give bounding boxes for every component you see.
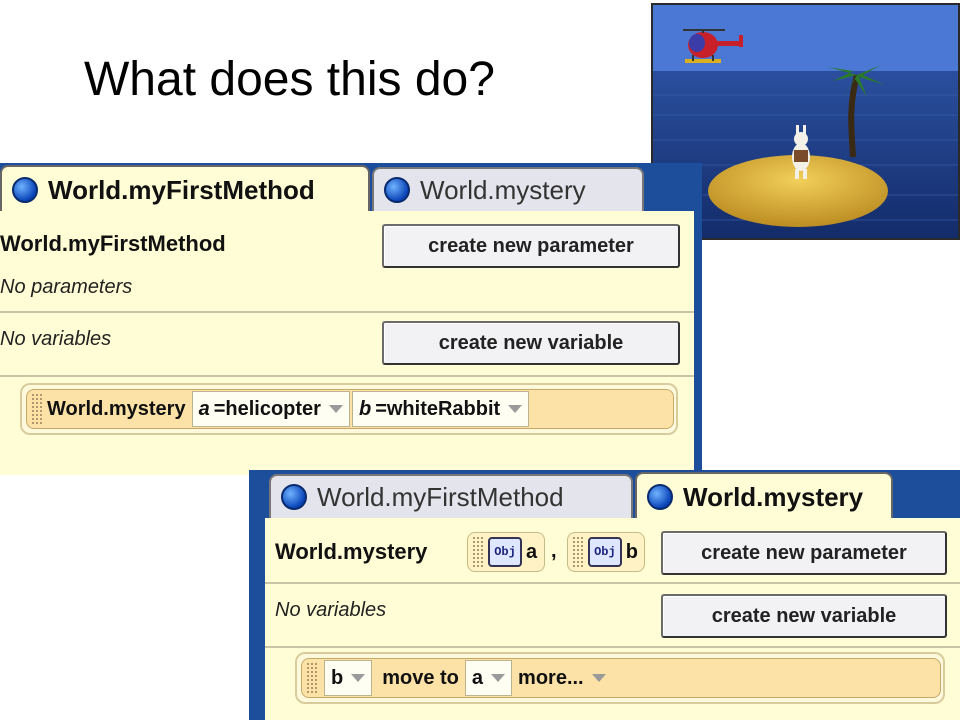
tab-world-mystery[interactable]: World.mystery: [635, 472, 893, 520]
divider: [0, 311, 694, 313]
method-name-heading: World.mystery: [275, 539, 428, 564]
parameter-b-tile[interactable]: Obj b: [567, 532, 645, 572]
object-type-icon: Obj: [488, 537, 522, 567]
chevron-down-icon: [591, 674, 606, 682]
method-editor-body: World.mystery Obj a , Obj b create new p…: [265, 518, 960, 720]
method-globe-icon: [384, 177, 410, 203]
no-parameters-label: No parameters: [0, 276, 133, 298]
destination-object-dropdown[interactable]: a: [464, 660, 513, 696]
argument-b-dropdown[interactable]: b = whiteRabbit: [351, 391, 530, 427]
code-area: b move to a more...: [295, 652, 945, 704]
create-new-variable-button[interactable]: create new variable: [661, 594, 947, 638]
parameter-a-tile[interactable]: Obj a: [467, 532, 545, 572]
method-tab-bar: World.myFirstMethod World.mystery: [0, 163, 702, 213]
argument-a-dropdown[interactable]: a = helicopter: [191, 391, 350, 427]
drag-handle-icon[interactable]: [306, 662, 318, 694]
parameter-separator: ,: [551, 540, 557, 562]
create-new-parameter-button[interactable]: create new parameter: [661, 531, 947, 575]
method-globe-icon: [647, 484, 673, 510]
tab-world-myfirstmethod[interactable]: World.myFirstMethod: [269, 474, 633, 518]
tab-world-mystery[interactable]: World.mystery: [372, 167, 644, 211]
drag-handle-icon[interactable]: [472, 536, 484, 568]
divider: [265, 582, 960, 584]
create-new-parameter-button[interactable]: create new parameter: [382, 224, 680, 268]
world-mystery-call-statement[interactable]: World.mystery a = helicopter b = whiteRa…: [26, 389, 674, 429]
method-globe-icon: [281, 484, 307, 510]
method-globe-icon: [12, 177, 38, 203]
move-to-label: move to: [382, 666, 459, 689]
no-variables-label: No variables: [275, 599, 387, 621]
chevron-down-icon: [491, 674, 506, 682]
method-editor-body: World.myFirstMethod No parameters create…: [0, 211, 694, 475]
method-editor-myfirstmethod: World.myFirstMethod World.mystery World.…: [0, 163, 702, 475]
object-type-icon: Obj: [588, 537, 622, 567]
method-editor-mystery: World.myFirstMethod World.mystery World.…: [249, 470, 960, 720]
method-name-heading: World.myFirstMethod: [0, 231, 226, 256]
parameter-list: Obj a , Obj b: [467, 532, 657, 572]
slide-title: What does this do?: [84, 53, 495, 106]
create-new-variable-button[interactable]: create new variable: [382, 321, 680, 365]
target-object-dropdown[interactable]: b: [324, 660, 373, 696]
no-variables-label: No variables: [0, 328, 112, 350]
drag-handle-icon[interactable]: [572, 536, 584, 568]
drag-handle-icon[interactable]: [31, 393, 43, 425]
more-options-dropdown[interactable]: more...: [518, 667, 606, 690]
divider: [265, 646, 960, 648]
move-to-statement[interactable]: b move to a more...: [301, 658, 941, 698]
code-area: World.mystery a = helicopter b = whiteRa…: [20, 383, 678, 435]
chevron-down-icon: [328, 405, 343, 413]
divider: [0, 375, 694, 377]
chevron-down-icon: [508, 405, 523, 413]
method-tab-bar: World.myFirstMethod World.mystery: [249, 470, 960, 520]
tab-world-myfirstmethod[interactable]: World.myFirstMethod: [0, 165, 370, 213]
chevron-down-icon: [351, 674, 366, 682]
